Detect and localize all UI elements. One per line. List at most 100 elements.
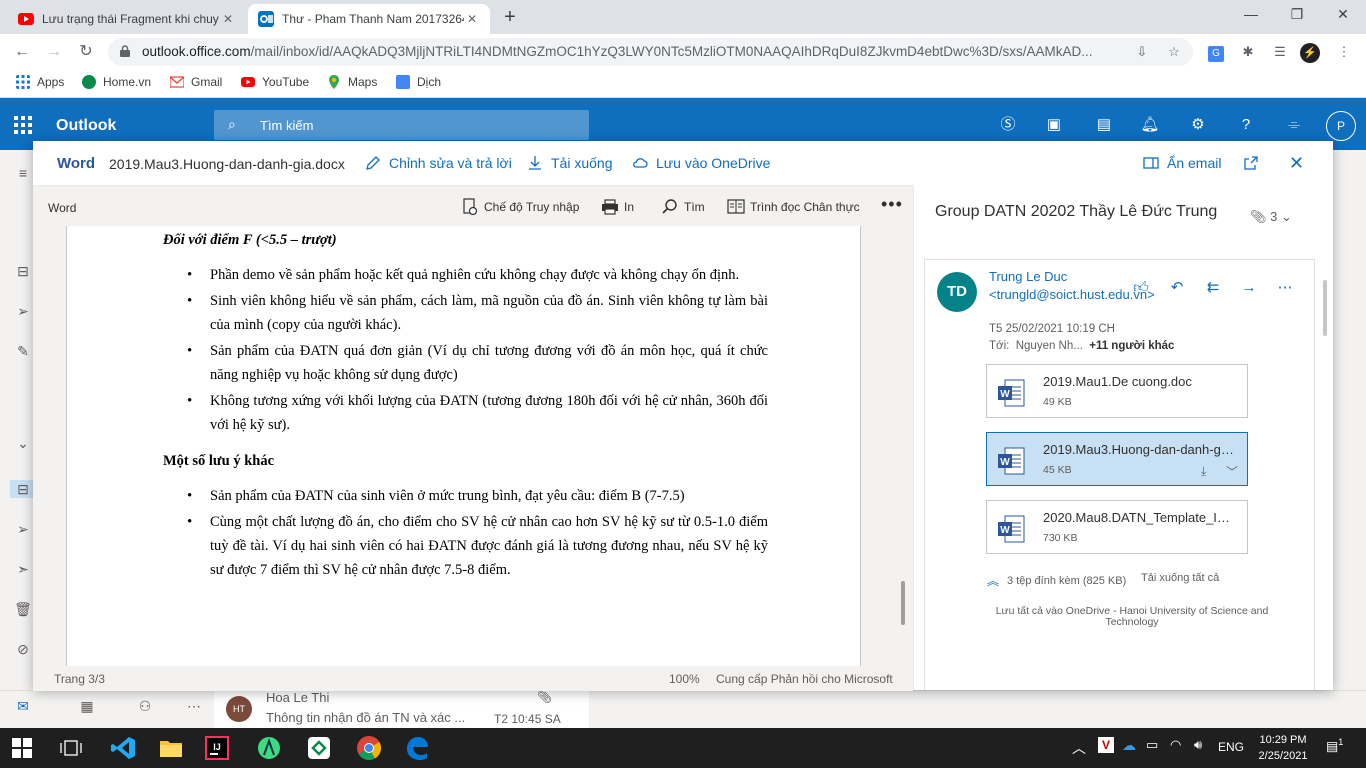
bookmark-youtube[interactable]: YouTube bbox=[241, 75, 309, 89]
blocked-icon[interactable]: ⊘ bbox=[14, 640, 32, 658]
zoom-level[interactable]: 100% bbox=[669, 672, 700, 686]
new-tab-button[interactable]: + bbox=[498, 6, 522, 30]
sender-name[interactable]: Trung Le Duc <trungld@soict.hust.edu.vn> bbox=[989, 268, 1155, 304]
outlook-brand[interactable]: Outlook bbox=[56, 117, 116, 135]
forward-icon[interactable]: → bbox=[42, 40, 66, 64]
volume-icon[interactable]: 🔊︎ bbox=[1194, 737, 1202, 753]
window-close-icon[interactable]: ✕ bbox=[1320, 0, 1366, 30]
word-icon[interactable]: ▤ bbox=[1094, 115, 1114, 135]
edit-reply-button[interactable]: Chỉnh sửa và trả lời bbox=[365, 155, 512, 171]
reply-all-icon[interactable]: ⇇ bbox=[1203, 278, 1223, 298]
bookmark-translate[interactable]: Dịch bbox=[396, 75, 441, 89]
popout-icon[interactable] bbox=[1243, 155, 1267, 171]
chevron-up-icon[interactable]: ︿ bbox=[1072, 738, 1086, 758]
like-icon[interactable]: 👍︎ bbox=[1131, 278, 1151, 298]
save-onedrive-button[interactable]: Lưu vào OneDrive bbox=[632, 155, 770, 171]
minimize-icon[interactable]: — bbox=[1228, 0, 1274, 30]
edge-icon[interactable] bbox=[404, 735, 430, 761]
draft-icon[interactable]: ✎ bbox=[14, 342, 32, 360]
browser-tab-outlook[interactable]: Thư - Pham Thanh Nam 20173264 ✕ bbox=[248, 4, 490, 34]
chrome-icon[interactable] bbox=[356, 735, 382, 761]
reply-icon[interactable]: ↶ bbox=[1167, 278, 1187, 298]
trash-icon[interactable]: 🗑︎ bbox=[14, 600, 32, 618]
vietnamese-ime-icon[interactable]: V bbox=[1098, 737, 1114, 753]
restore-icon[interactable]: ❐ bbox=[1274, 0, 1320, 30]
notification-icon[interactable]: ▤1 bbox=[1326, 737, 1343, 754]
profile-icon[interactable]: ⚡ bbox=[1300, 42, 1320, 63]
file-explorer-icon[interactable] bbox=[158, 735, 184, 761]
task-view-icon[interactable] bbox=[60, 738, 82, 758]
accessibility-mode-button[interactable]: Chế độ Truy nhập bbox=[461, 198, 579, 216]
sent-icon[interactable]: ➢ bbox=[14, 520, 32, 538]
word-doc-icon: W bbox=[998, 379, 1025, 407]
save-all-onedrive-link[interactable]: Lưu tất cả vào OneDrive - Hanoi Universi… bbox=[987, 606, 1277, 628]
battery-icon[interactable]: ▭ bbox=[1146, 737, 1158, 753]
more-icon[interactable]: ⋯ bbox=[185, 697, 203, 715]
download-icon[interactable]: ⤓ bbox=[1201, 464, 1206, 479]
hide-email-button[interactable]: Ẩn email bbox=[1143, 155, 1221, 171]
language-indicator[interactable]: ENG bbox=[1218, 740, 1244, 754]
app-launcher-icon[interactable] bbox=[14, 116, 32, 134]
sent-icon[interactable]: ➢ bbox=[14, 302, 32, 320]
feedback-icon[interactable]: ⌯ bbox=[1284, 115, 1304, 135]
mail-icon[interactable]: ✉ bbox=[14, 697, 32, 715]
tab-close-icon[interactable]: ✕ bbox=[220, 12, 236, 26]
network-app-icon[interactable] bbox=[306, 735, 332, 761]
recipients[interactable]: Tới: Nguyen Nh... +11 người khác bbox=[989, 340, 1174, 352]
people-icon[interactable]: ⚇ bbox=[136, 697, 154, 715]
install-icon[interactable]: ⇩ bbox=[1132, 42, 1152, 62]
download-all-link[interactable]: Tải xuống tất cả bbox=[1141, 572, 1219, 584]
tab-close-icon[interactable]: ✕ bbox=[464, 12, 480, 26]
calendar-icon[interactable]: ▦ bbox=[78, 697, 96, 715]
forward-icon[interactable]: → bbox=[1239, 278, 1259, 298]
attachment-card[interactable]: W 2020.Mau8.DATN_Template_ICT.docx 730 K… bbox=[986, 500, 1248, 554]
reload-icon[interactable]: ↻ bbox=[74, 40, 98, 64]
attachments-summary[interactable]: ︽ 3 tệp đính kèm (825 KB) bbox=[987, 572, 1126, 589]
bell-icon[interactable]: 🔔︎ bbox=[1140, 115, 1160, 135]
intellij-icon[interactable]: IJ bbox=[204, 735, 230, 761]
browser-tab-youtube[interactable]: Lưu trạng thái Fragment khi chuy ✕ bbox=[8, 4, 246, 34]
attachment-card-selected[interactable]: W 2019.Mau3.Huong-dan-danh-gia.docx 45 K… bbox=[986, 432, 1248, 486]
bookmark-apps[interactable]: Apps bbox=[16, 75, 64, 89]
onedrive-icon[interactable]: ☁ bbox=[1122, 737, 1136, 754]
search-input[interactable]: ⌕ Tìm kiếm bbox=[214, 110, 589, 140]
close-icon[interactable]: ✕ bbox=[1289, 153, 1304, 174]
vscode-icon[interactable] bbox=[110, 735, 136, 761]
address-bar[interactable]: outlook.office.com/mail/inbox/id/AAQkADQ… bbox=[108, 38, 1193, 66]
media-icon[interactable]: ☰ bbox=[1270, 42, 1290, 62]
document-scrollbar[interactable] bbox=[901, 581, 905, 625]
attachment-card[interactable]: W 2019.Mau1.De cuong.doc 49 KB bbox=[986, 364, 1248, 418]
print-button[interactable]: In bbox=[601, 198, 634, 216]
translate-icon[interactable]: G bbox=[1206, 42, 1226, 62]
lock-icon bbox=[120, 45, 130, 57]
clock[interactable]: 10:29 PM 2/25/2021 bbox=[1254, 732, 1312, 764]
wifi-icon[interactable]: ◠ bbox=[1170, 737, 1181, 753]
teams-icon[interactable]: ▣ bbox=[1044, 115, 1064, 135]
star-icon[interactable]: ☆ bbox=[1164, 42, 1184, 62]
immersive-reader-button[interactable]: Trình đọc Chân thực bbox=[727, 198, 860, 216]
archive-icon[interactable]: ➣ bbox=[14, 560, 32, 578]
attachment-count[interactable]: 📎︎ 3 ⌄ bbox=[1250, 209, 1292, 225]
help-icon[interactable]: ? bbox=[1236, 115, 1256, 135]
chevron-down-icon[interactable]: ﹀ bbox=[1226, 463, 1238, 480]
menu-icon[interactable]: ⋮ bbox=[1334, 42, 1354, 62]
android-studio-icon[interactable] bbox=[256, 735, 282, 761]
extensions-icon[interactable]: ✱ bbox=[1238, 42, 1258, 62]
collapse-icon[interactable]: ⌄ bbox=[14, 434, 32, 452]
download-button[interactable]: Tải xuống bbox=[527, 155, 612, 171]
avatar[interactable]: P bbox=[1326, 111, 1356, 141]
email-pane-scrollbar[interactable] bbox=[1323, 280, 1327, 336]
feedback-link[interactable]: Cung cấp Phản hồi cho Microsoft bbox=[716, 672, 893, 686]
inbox-icon[interactable]: ⊟ bbox=[14, 262, 32, 280]
more-options-icon[interactable]: ••• bbox=[881, 194, 903, 215]
gear-icon[interactable]: ⚙ bbox=[1188, 115, 1208, 135]
hamburger-icon[interactable]: ≡ bbox=[14, 164, 32, 182]
bookmark-maps[interactable]: Maps bbox=[327, 75, 377, 89]
bookmark-gmail[interactable]: Gmail bbox=[170, 75, 222, 89]
find-button[interactable]: Tìm bbox=[661, 198, 705, 216]
back-icon[interactable]: ← bbox=[10, 40, 34, 64]
bookmark-homevn[interactable]: Home.vn bbox=[82, 75, 151, 89]
more-actions-icon[interactable]: ⋯ bbox=[1275, 278, 1295, 298]
windows-start-icon[interactable] bbox=[12, 738, 32, 758]
skype-icon[interactable]: Ⓢ bbox=[998, 115, 1018, 135]
